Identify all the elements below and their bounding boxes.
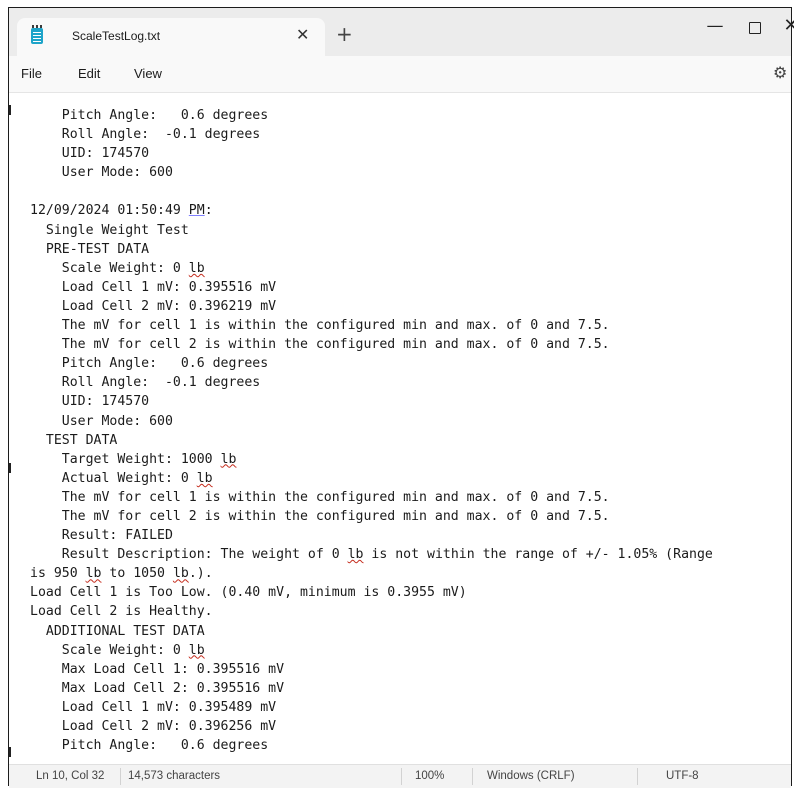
text-line: Load Cell 2 mV: 0.396219 mV — [30, 298, 277, 314]
cursor-position[interactable]: Ln 10, Col 32 — [36, 770, 104, 782]
line-marker — [9, 747, 11, 757]
text-line: UID: 174570 — [30, 146, 150, 162]
divider — [637, 768, 638, 785]
text-editor[interactable]: Pitch Angle: 0.6 degrees Roll Angle: -0.… — [9, 93, 791, 764]
menu-view[interactable]: View — [134, 66, 162, 81]
tab-title: ScaleTestLog.txt — [72, 29, 161, 43]
tab-close-icon[interactable]: ✕ — [296, 25, 309, 44]
text-line — [30, 182, 713, 201]
text-line: User Mode: 600 — [30, 413, 173, 429]
text-line: Load Cell 1 mV: 0.395516 mV — [30, 279, 277, 295]
line-marker — [9, 463, 11, 473]
status-bar: Ln 10, Col 32 14,573 characters 100% Win… — [9, 764, 791, 788]
tab-scaletestlog[interactable]: ScaleTestLog.txt ✕ — [17, 18, 325, 56]
menu-file[interactable]: File — [21, 66, 42, 81]
text-line: Pitch Angle: 0.6 degrees — [30, 108, 269, 123]
text-line: UID: 174570 — [30, 394, 150, 410]
text-line: Actual Weight: 0 lb — [30, 470, 213, 486]
gear-icon[interactable]: ⚙ — [773, 63, 787, 82]
text-line: TEST DATA — [30, 432, 118, 448]
menu-edit[interactable]: Edit — [78, 66, 100, 81]
encoding[interactable]: UTF-8 — [666, 770, 699, 782]
text-line: ADDITIONAL TEST DATA — [30, 623, 205, 639]
text-line: Load Cell 1 mV: 0.395489 mV — [30, 699, 277, 715]
text-line: Scale Weight: 0 lb — [30, 260, 205, 276]
text-line: The mV for cell 1 is within the configur… — [30, 489, 610, 505]
text-line: Result Description: The weight of 0 lb i… — [30, 547, 713, 563]
text-line: Single Weight Test — [30, 222, 189, 238]
divider — [472, 768, 473, 785]
line-marker — [9, 105, 11, 115]
new-tab-button[interactable]: + — [336, 24, 353, 44]
maximize-icon — [749, 22, 761, 34]
text-line: Target Weight: 1000 lb — [30, 451, 237, 467]
text-line: Scale Weight: 0 lb — [30, 642, 205, 658]
document-text[interactable]: Pitch Angle: 0.6 degrees Roll Angle: -0.… — [30, 106, 713, 755]
text-line: User Mode: 600 — [30, 165, 173, 181]
notepad-icon — [31, 25, 43, 44]
menu-bar: File Edit View ⚙ — [9, 56, 791, 93]
notepad-window: ScaleTestLog.txt ✕ + — ✕ File Edit View … — [8, 7, 794, 788]
text-line: Load Cell 2 is Healthy. — [30, 604, 213, 620]
divider — [120, 768, 121, 785]
text-line: is 950 lb to 1050 lb.). — [30, 566, 213, 582]
zoom-level[interactable]: 100% — [415, 770, 444, 782]
title-bar: ScaleTestLog.txt ✕ + — ✕ — [9, 8, 794, 56]
text-line: 12/09/2024 01:50:49 PM: — [30, 203, 213, 219]
divider — [401, 768, 402, 785]
text-line: Load Cell 2 mV: 0.396256 mV — [30, 719, 277, 734]
line-endings[interactable]: Windows (CRLF) — [487, 770, 575, 782]
text-line: Max Load Cell 1: 0.395516 mV — [30, 661, 285, 677]
text-line: Load Cell 1 is Too Low. (0.40 mV, minimu… — [30, 585, 467, 601]
close-button[interactable]: ✕ — [768, 15, 794, 55]
text-line: The mV for cell 2 is within the configur… — [30, 337, 610, 353]
text-line: Pitch Angle: 0.6 degrees — [30, 738, 269, 754]
character-count: 14,573 characters — [128, 770, 221, 782]
text-line: Roll Angle: -0.1 degrees — [30, 375, 261, 391]
text-line: PRE-TEST DATA — [30, 241, 150, 257]
text-line: Max Load Cell 2: 0.395516 mV — [30, 680, 285, 696]
text-line: Roll Angle: -0.1 degrees — [30, 127, 261, 143]
text-line: The mV for cell 1 is within the configur… — [30, 318, 610, 334]
text-line: Pitch Angle: 0.6 degrees — [30, 356, 269, 372]
text-line: The mV for cell 2 is within the configur… — [30, 508, 610, 524]
text-line: Result: FAILED — [30, 528, 173, 544]
